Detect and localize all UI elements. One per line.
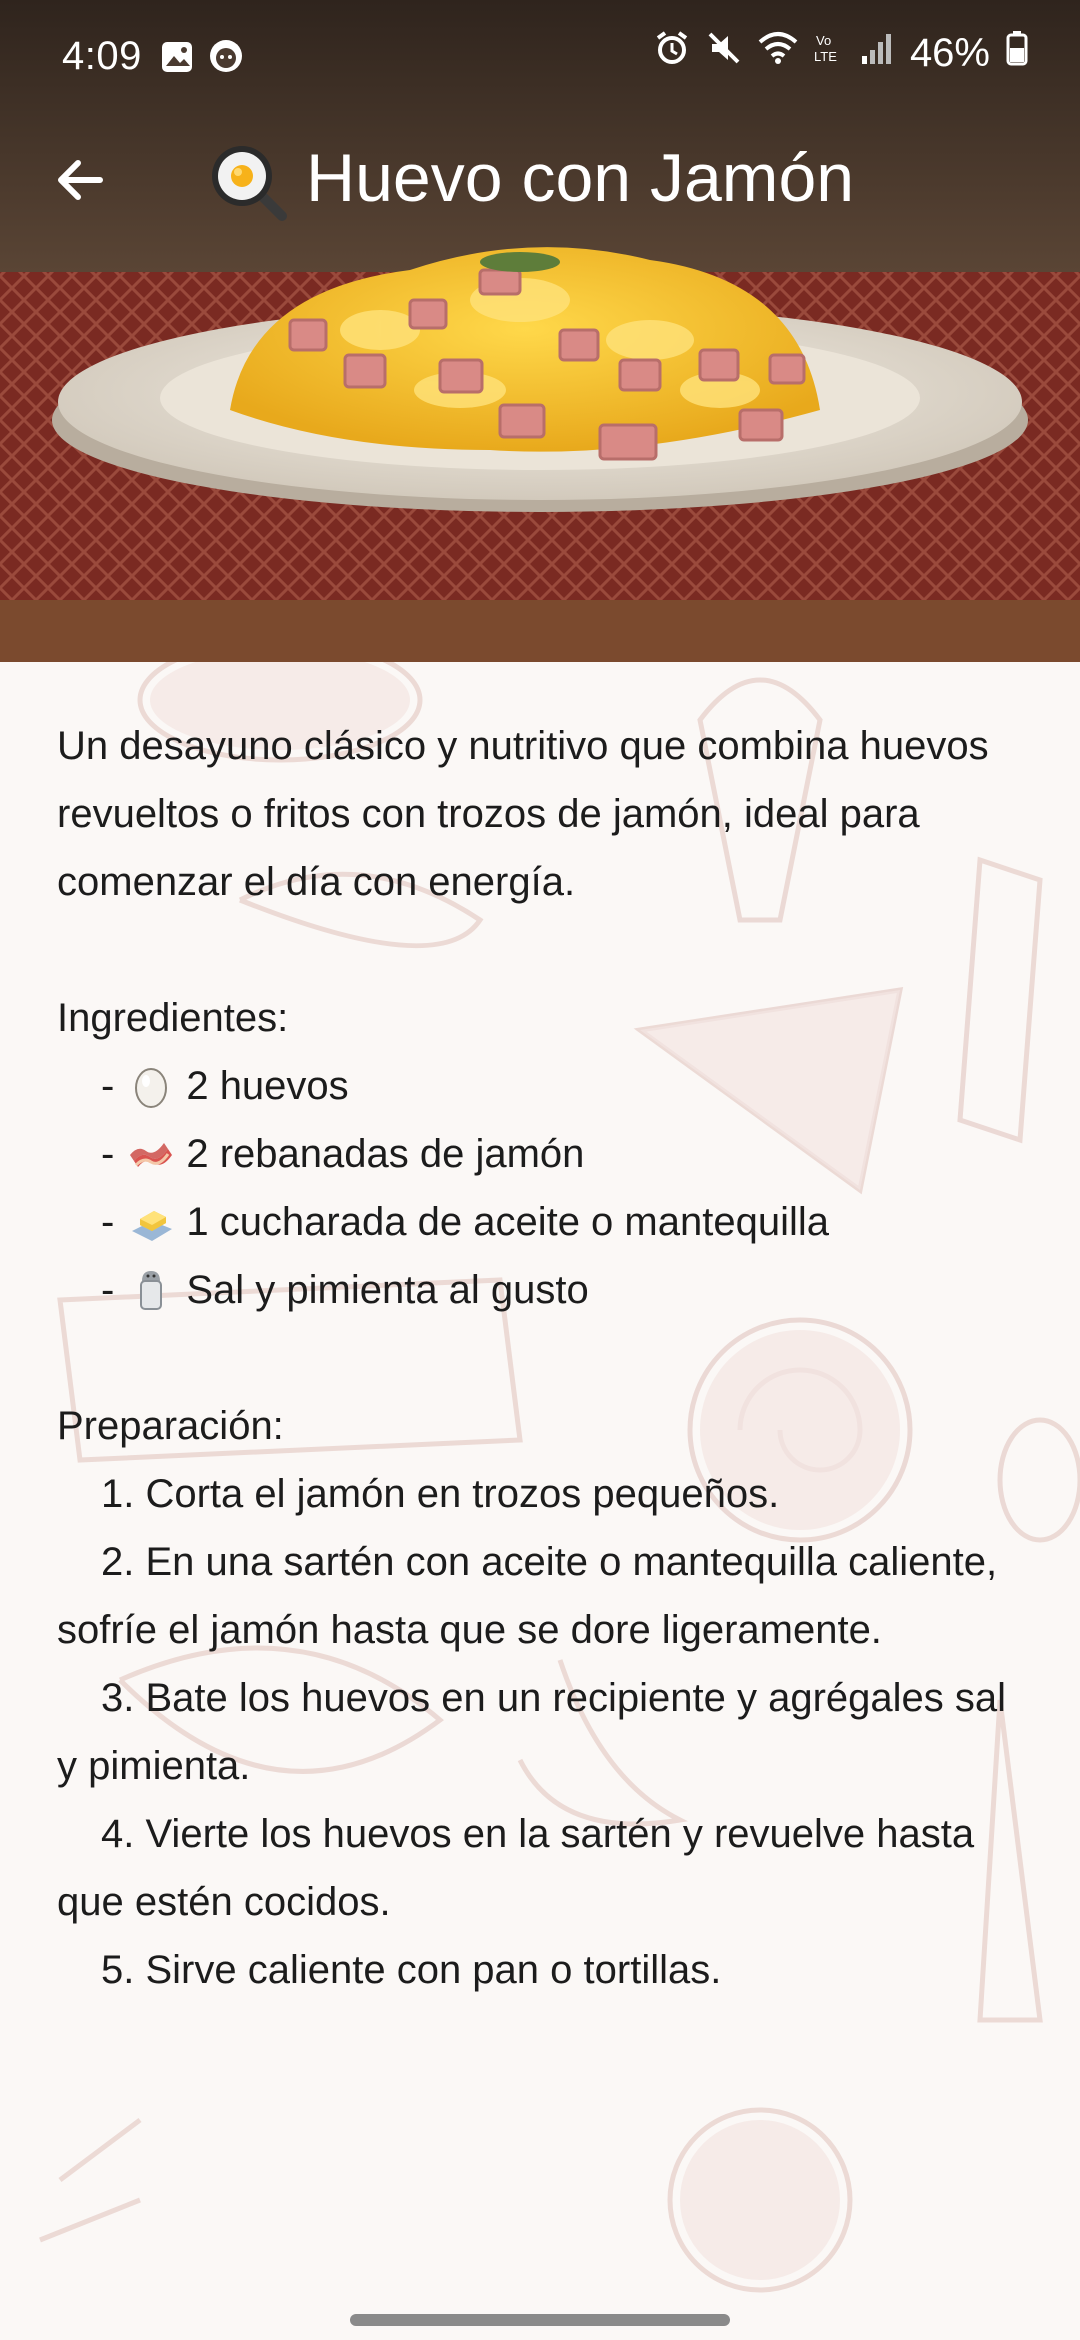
ingredient-text: 2 huevos (186, 1064, 349, 1108)
battery-percentage: 46% (909, 30, 990, 75)
fried-egg-pan-icon (212, 146, 287, 221)
status-bar: 4:09 Vo LTE 46% (0, 0, 1080, 112)
salt-shaker-icon (140, 1271, 163, 1310)
preparation-step: 5. Sirve caliente con pan o tortillas. (101, 1948, 722, 1992)
preparation-step: 4. Vierte los huevos en la sartén y revu… (57, 1812, 975, 1924)
ingredient-dash: - (101, 1268, 115, 1312)
egg-icon (135, 1068, 168, 1108)
ingredient-item: - 2 huevos (57, 1052, 1037, 1120)
gesture-navigation-bar[interactable] (350, 2314, 730, 2326)
ingredient-text: 1 cucharada de aceite o mantequilla (186, 1200, 829, 1244)
status-time: 4:09 (62, 34, 142, 78)
preparation-steps: 1. Corta el jamón en trozos pequeños. 2.… (57, 1460, 1037, 2004)
preparation-step: 2. En una sartén con aceite o mantequill… (57, 1540, 998, 1652)
ingredient-item: - 2 rebanadas de jamón (57, 1120, 1037, 1188)
mute-icon (706, 30, 742, 76)
signal-icon (860, 30, 894, 76)
svg-text:Vo: Vo (816, 33, 831, 48)
ingredients-heading: Ingredientes: (57, 996, 289, 1040)
butter-icon (132, 1211, 173, 1241)
preparation-step: 1. Corta el jamón en trozos pequeños. (101, 1472, 780, 1516)
gallery-notification-icon (160, 39, 194, 84)
recipe-description: Un desayuno clásico y nutritivo que comb… (57, 724, 989, 904)
recipe-content: Un desayuno clásico y nutritivo que comb… (57, 712, 1037, 2004)
page-title: Huevo con Jamón (306, 140, 855, 216)
ingredient-item: - Sal y pimienta al gusto (57, 1256, 1037, 1324)
app-bar: Huevo con Jamón (0, 112, 1080, 272)
app-notification-icon (208, 38, 244, 84)
preparation-step: 3. Bate los huevos en un recipiente y ag… (57, 1676, 1007, 1788)
ingredient-dash: - (101, 1064, 115, 1108)
svg-text:LTE: LTE (814, 49, 837, 64)
ingredient-text: 2 rebanadas de jamón (186, 1132, 585, 1176)
ingredient-text: Sal y pimienta al gusto (186, 1268, 589, 1312)
preparation-heading: Preparación: (57, 1404, 284, 1448)
alarm-icon (654, 30, 690, 76)
back-button[interactable] (40, 140, 120, 220)
battery-icon (1006, 30, 1028, 76)
volte-icon: Vo LTE (814, 30, 844, 76)
arrow-left-icon (58, 160, 103, 200)
wifi-icon (758, 30, 798, 76)
ingredients-list: - 2 huevos - 2 rebanadas de jamón - 1 cu… (57, 1052, 1037, 1324)
bacon-icon (130, 1143, 173, 1167)
ingredient-item: - 1 cucharada de aceite o mantequilla (57, 1188, 1037, 1256)
ingredient-dash: - (101, 1132, 115, 1176)
ingredient-dash: - (101, 1200, 115, 1244)
